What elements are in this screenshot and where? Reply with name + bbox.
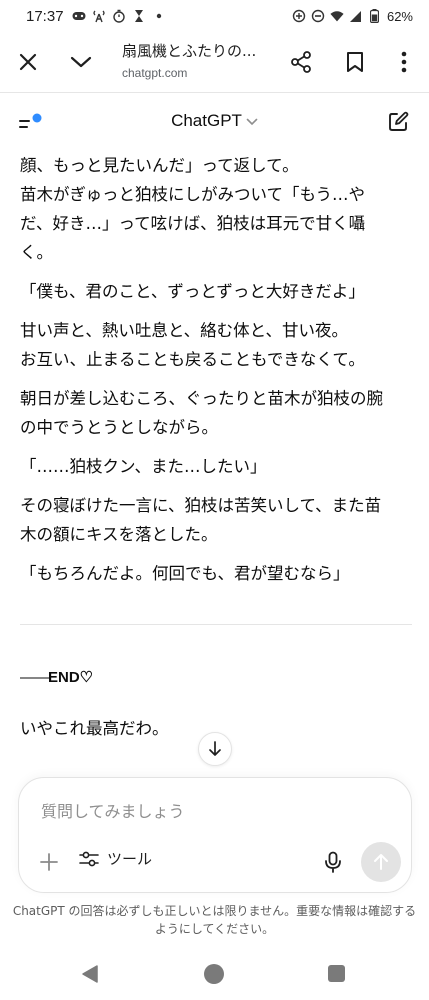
edit-icon (389, 111, 409, 131)
share-button[interactable] (283, 44, 319, 80)
chevron-down-icon (70, 56, 92, 68)
back-triangle-icon (82, 965, 98, 983)
wifi-icon (330, 9, 344, 23)
tools-label: ツール (107, 850, 153, 868)
page-url: chatgpt.com (122, 66, 188, 80)
text-line: 甘い声と、熱い吐息と、絡む体と、甘い夜。 (20, 321, 349, 340)
assistant-paragraph: 朝日が差し込むころ、ぐったりと苗木が狛枝の腕 の中でうとうとしながら。 (20, 384, 412, 442)
bookmark-icon (347, 52, 363, 72)
section-divider (20, 624, 412, 625)
status-time: 17:37 (26, 7, 64, 25)
voice-input-button[interactable] (321, 850, 345, 874)
battery-icon (368, 9, 382, 23)
close-tab-button[interactable] (10, 44, 46, 80)
nav-back-button[interactable] (80, 964, 100, 984)
close-icon (19, 53, 37, 71)
new-chat-button[interactable] (385, 109, 411, 135)
chat-header: ChatGPT (0, 93, 429, 151)
end-text: END♡ (48, 669, 94, 686)
message-input[interactable]: 質問してみましょう (41, 798, 185, 822)
conversation: 顔、もっと見たいんだ」って返して。 苗木がぎゅっと狛枝にしがみついて「もう…や … (20, 151, 412, 781)
game-controller-icon (72, 9, 86, 23)
text-line: 苗木がぎゅっと狛枝にしがみついて「もう…や (20, 185, 366, 204)
system-nav-bar (0, 948, 429, 1000)
text-line: 「もちろんだよ。何回でも、君が望むなら」 (20, 564, 350, 583)
page-title: 扇風機とふたりの... (122, 42, 257, 60)
arrow-down-icon (209, 741, 221, 756)
text-line: 顔、もっと見たいんだ」って返して。 (20, 156, 299, 175)
text-line: 木の額にキスを落とした。 (20, 525, 218, 544)
message-composer[interactable]: 質問してみましょう ツール (18, 777, 412, 893)
end-dash: —— (20, 669, 49, 686)
tools-button[interactable]: ツール (79, 848, 152, 869)
do-not-disturb-icon (311, 9, 325, 23)
text-line: だ、好き…」って呟けば、狛枝は耳元で甘く囁 (20, 214, 366, 233)
disclaimer-text: ChatGPT の回答は必ずしも正しいとは限りません。重要な情報は確認するように… (12, 904, 417, 936)
cell-signal-icon (349, 9, 363, 23)
chevron-down-icon (246, 115, 258, 129)
status-bar: 17:37 62% (0, 0, 429, 32)
expand-button[interactable] (63, 44, 99, 80)
text-line: の中でうとうとしながら。 (20, 418, 218, 437)
data-saver-icon (292, 9, 306, 23)
plus-icon (40, 853, 58, 871)
share-icon (291, 51, 311, 73)
text-line: その寝ぼけた一言に、狛枝は苦笑いして、また苗 (20, 496, 382, 515)
assistant-paragraph: 「もちろんだよ。何回でも、君が望むなら」 (20, 559, 412, 588)
text-line: 「僕も、君のこと、ずっとずっと大好きだよ」 (20, 282, 365, 301)
text-line: 「……狛枝クン、また…したい」 (20, 457, 267, 476)
send-button[interactable] (361, 842, 401, 882)
assistant-paragraph: その寝ぼけた一言に、狛枝は苦笑いして、また苗 木の額にキスを落とした。 (20, 491, 412, 549)
browser-title-area[interactable]: 扇風機とふたりの... chatgpt.com (122, 40, 282, 80)
assistant-paragraph: 「……狛枝クン、また…したい」 (20, 452, 412, 481)
browser-toolbar: 扇風機とふたりの... chatgpt.com (0, 32, 429, 92)
microphone-icon (325, 851, 341, 873)
hourglass-icon (132, 9, 146, 23)
assistant-paragraph: 「僕も、君のこと、ずっとずっと大好きだよ」 (20, 277, 412, 306)
arrow-up-icon (374, 854, 388, 870)
bookmark-button[interactable] (337, 44, 373, 80)
model-selector[interactable]: ChatGPT (0, 111, 429, 131)
more-vert-icon (401, 51, 407, 73)
text-line: 朝日が差し込むころ、ぐったりと苗木が狛枝の腕 (20, 389, 383, 408)
timer-icon (112, 9, 126, 23)
assistant-paragraph: 甘い声と、熱い吐息と、絡む体と、甘い夜。 お互い、止まることも戻ることもできなく… (20, 316, 412, 374)
sliders-icon (79, 851, 99, 866)
end-marker: ——END♡ (20, 663, 412, 692)
text-line: く。 (20, 243, 53, 262)
signal-tower-icon (92, 9, 106, 23)
assistant-paragraph: 顔、もっと見たいんだ」って返して。 苗木がぎゅっと狛枝にしがみついて「もう…や … (20, 151, 412, 267)
attach-button[interactable] (37, 850, 61, 874)
status-right-icons: 62% (292, 9, 413, 24)
more-options-button[interactable] (386, 44, 422, 80)
text-line: お互い、止まることも戻ることもできなくて。 (20, 350, 365, 369)
battery-percent: 62% (386, 8, 413, 24)
dot-icon (152, 9, 166, 23)
status-left-icons (72, 9, 166, 23)
nav-home-button[interactable] (204, 964, 224, 984)
scroll-to-bottom-button[interactable] (198, 732, 232, 766)
chat-title: ChatGPT (171, 111, 242, 130)
nav-recents-button[interactable] (328, 965, 345, 982)
